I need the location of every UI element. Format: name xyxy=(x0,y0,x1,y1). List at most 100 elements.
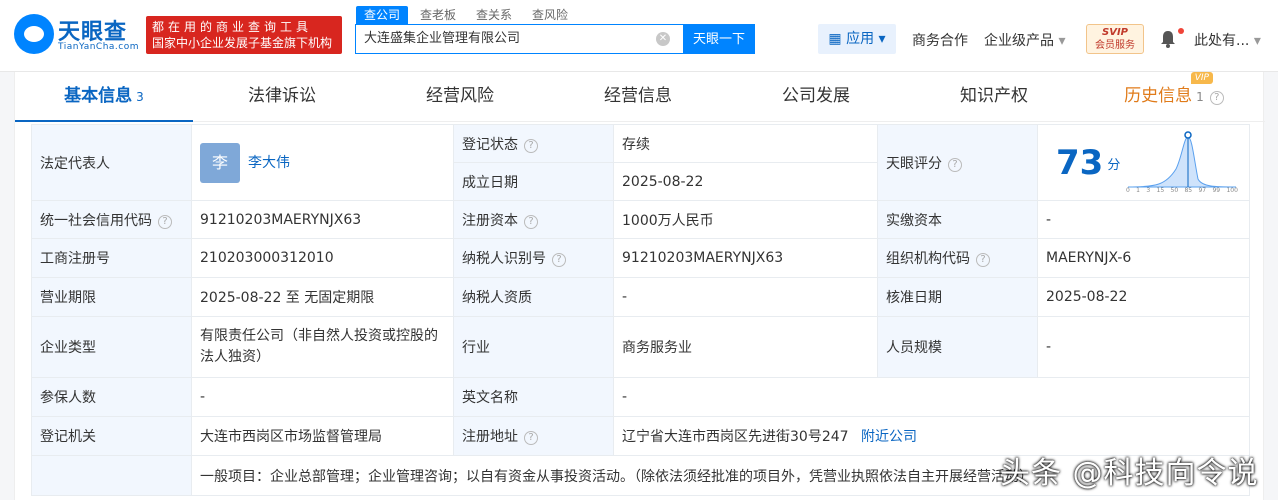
search-type-tabs: 查公司 查老板 查关系 查风险 xyxy=(356,6,580,24)
reg-address-value: 辽宁省大连市西岗区先进街30号247 xyxy=(622,429,849,445)
tab-history-count: 1 xyxy=(1196,90,1204,104)
tianyancha-logo[interactable]: 天眼查 TianYanCha.com xyxy=(14,14,140,54)
taxpayer-id-value: 91210203MAERYNJX63 xyxy=(613,238,878,278)
apps-label: 应用 xyxy=(846,31,875,47)
legal-rep-cell: 李李大伟 xyxy=(191,124,454,201)
paid-capital-value: - xyxy=(1037,200,1250,239)
help-icon[interactable]: ? xyxy=(524,431,538,445)
score-tick: 1 xyxy=(1136,187,1140,194)
score-ticks: 0 1 3 15 50 85 97 99 100 xyxy=(1126,187,1238,194)
en-name-value: - xyxy=(613,377,1250,417)
search-box: ✕ 天眼一下 xyxy=(355,24,755,54)
score-unit: 分 xyxy=(1107,157,1121,173)
company-type-label: 企业类型 xyxy=(31,316,192,378)
taxpayer-id-label-text: 纳税人识别号 xyxy=(462,251,546,267)
search-input[interactable] xyxy=(356,25,682,53)
score-tick: 15 xyxy=(1156,187,1165,194)
found-date-value: 2025-08-22 xyxy=(613,162,878,201)
reg-capital-label-text: 注册资本 xyxy=(462,212,518,229)
tab-risk[interactable]: 经营风险 xyxy=(371,72,549,122)
caret-down-icon: ▾ xyxy=(1058,33,1066,49)
clear-icon[interactable]: ✕ xyxy=(656,32,670,46)
apps-menu-button[interactable]: ▦ 应用 ▾ xyxy=(818,24,896,54)
score-tick: 0 xyxy=(1126,187,1130,194)
help-icon[interactable]: ? xyxy=(1209,91,1224,105)
company-type-value: 有限责任公司（非自然人投资或控股的法人独资） xyxy=(191,316,454,378)
score-tick: 100 xyxy=(1226,187,1238,194)
credit-code-label-text: 统一社会信用代码 xyxy=(40,212,152,229)
section-tabs: 基本信息 3 法律诉讼 经营风险 经营信息 公司发展 知识产权 历史信息 1? VI… xyxy=(15,72,1265,122)
tab-legal[interactable]: 法律诉讼 xyxy=(193,72,371,122)
promo-line-2: 国家中小企业发展子基金旗下机构 xyxy=(152,36,333,50)
caret-down-icon: ▾ xyxy=(1253,33,1261,49)
search-tab-boss[interactable]: 查老板 xyxy=(412,6,464,24)
en-name-label: 英文名称 xyxy=(453,377,614,417)
promo-line-1: 都在用的商业查询工具 xyxy=(152,20,313,34)
help-icon[interactable]: ? xyxy=(552,253,566,267)
bell-icon[interactable] xyxy=(1160,30,1176,48)
svip-subtitle: 会员服务 xyxy=(1095,40,1135,51)
help-icon[interactable]: ? xyxy=(158,214,172,229)
help-icon[interactable]: ? xyxy=(524,138,538,153)
tab-history[interactable]: 历史信息 1? VIP xyxy=(1083,72,1265,122)
taxpayer-qual-value: - xyxy=(613,277,878,317)
tab-basic-info-label: 基本信息 xyxy=(64,86,133,106)
legal-rep-label: 法定代表人 xyxy=(31,124,192,201)
reg-address-label: 注册地址? xyxy=(453,416,614,456)
staff-size-label: 人员规模 xyxy=(877,316,1038,378)
biz-term-label: 营业期限 xyxy=(31,277,192,317)
score-cell[interactable]: 73 分 0 1 3 15 50 85 97 99 100 xyxy=(1037,124,1250,201)
grid-icon: ▦ xyxy=(828,31,842,47)
score-tick: 85 xyxy=(1184,187,1193,194)
user-name: 此处有... xyxy=(1194,33,1250,49)
basic-info-table: 法定代表人 李李大伟 登记状态? 存续 天眼评分? 73 分 0 1 3 15 … xyxy=(31,124,1250,496)
avatar[interactable]: 李 xyxy=(200,142,240,183)
search-tab-company[interactable]: 查公司 xyxy=(356,6,409,24)
score-value: 73 xyxy=(1056,143,1104,183)
tab-development[interactable]: 公司发展 xyxy=(727,72,905,122)
insured-value: - xyxy=(191,377,454,417)
legal-rep-link[interactable]: 李大伟 xyxy=(248,155,290,171)
approve-date-label: 核准日期 xyxy=(877,277,1038,317)
reg-status-value: 存续 xyxy=(613,124,878,163)
approve-date-value: 2025-08-22 xyxy=(1037,277,1250,317)
user-menu[interactable]: 此处有... ▾ xyxy=(1194,30,1261,50)
credit-code-value: 91210203MAERYNJX63 xyxy=(191,200,454,239)
promo-banner[interactable]: 都在用的商业查询工具 国家中小企业发展子基金旗下机构 xyxy=(146,16,342,54)
tab-operation[interactable]: 经营信息 xyxy=(549,72,727,122)
help-icon[interactable]: ? xyxy=(976,253,990,267)
company-info-card: 基本信息 3 法律诉讼 经营风险 经营信息 公司发展 知识产权 历史信息 1? VI… xyxy=(14,72,1265,500)
found-date-label: 成立日期 xyxy=(453,162,614,201)
enterprise-products-menu[interactable]: 企业级产品 ▾ xyxy=(984,30,1065,50)
taxpayer-qual-label: 纳税人资质 xyxy=(453,277,614,317)
help-icon[interactable]: ? xyxy=(948,157,962,172)
score-tick: 99 xyxy=(1212,187,1221,194)
score-label: 天眼评分? xyxy=(877,124,1038,201)
search-tab-relation[interactable]: 查关系 xyxy=(468,6,520,24)
industry-value: 商务服务业 xyxy=(613,316,878,378)
top-bar: 天眼查 TianYanCha.com 都在用的商业查询工具 国家中小企业发展子基… xyxy=(0,0,1278,72)
nearby-companies-link[interactable]: 附近公司 xyxy=(861,429,917,445)
reg-capital-label: 注册资本? xyxy=(453,200,614,239)
business-cooperation-link[interactable]: 商务合作 xyxy=(912,30,968,50)
enterprise-products-label: 企业级产品 xyxy=(984,33,1054,49)
tab-ip[interactable]: 知识产权 xyxy=(905,72,1083,122)
vip-badge: VIP xyxy=(1190,72,1213,84)
logo-subtext: TianYanCha.com xyxy=(58,42,140,52)
reg-authority-value: 大连市西岗区市场监督管理局 xyxy=(191,416,454,456)
reg-status-label: 登记状态? xyxy=(453,124,614,163)
staff-size-value: - xyxy=(1037,316,1250,378)
reg-authority-label: 登记机关 xyxy=(31,416,192,456)
search-tab-risk[interactable]: 查风险 xyxy=(524,6,576,24)
tab-basic-info-count: 3 xyxy=(136,90,144,104)
reg-address-label-text: 注册地址 xyxy=(462,429,518,445)
svip-member-button[interactable]: SVIP 会员服务 xyxy=(1086,24,1144,54)
watermark: 头条 @科技向令说 xyxy=(1000,456,1259,491)
org-code-label: 组织机构代码? xyxy=(877,238,1038,278)
org-code-value: MAERYNJX-6 xyxy=(1037,238,1250,278)
score-tick: 97 xyxy=(1198,187,1207,194)
help-icon[interactable]: ? xyxy=(524,214,538,229)
tab-basic-info[interactable]: 基本信息 3 xyxy=(15,72,193,122)
search-button[interactable]: 天眼一下 xyxy=(683,24,755,54)
org-code-label-text: 组织机构代码 xyxy=(886,251,970,267)
